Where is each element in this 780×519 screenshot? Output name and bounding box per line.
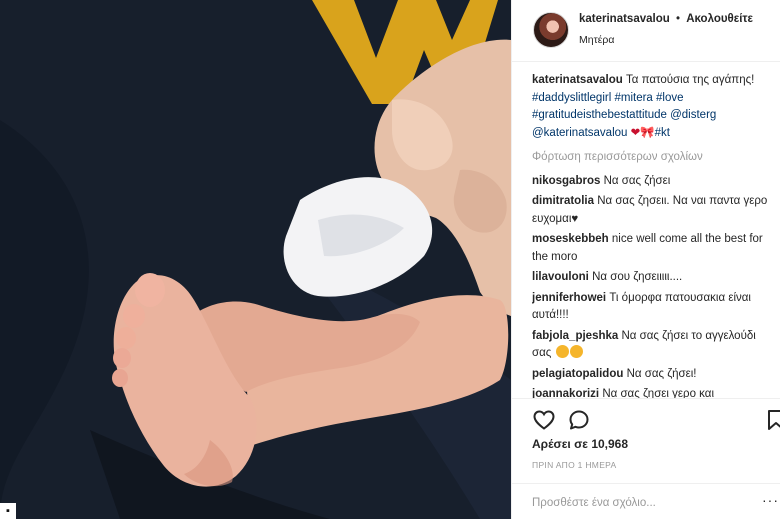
hashtag-link[interactable]: #kt bbox=[655, 127, 670, 139]
heart-emoji: ❤ bbox=[630, 126, 641, 139]
mention-link[interactable]: @katerinatsavalou bbox=[532, 127, 627, 139]
comment-input[interactable] bbox=[532, 493, 757, 513]
comment-item: fabjola_pjeshka Να σας ζήσει το αγγελούδ… bbox=[532, 328, 776, 363]
comment-username[interactable]: nikosgabros bbox=[532, 175, 600, 187]
comment-text: Να σας ζησει γερο και bbox=[602, 388, 714, 398]
post-actions-bar bbox=[512, 398, 780, 438]
mention-link[interactable]: @disterg bbox=[670, 109, 716, 121]
comment-text: Να σας ζήσει! bbox=[626, 367, 697, 380]
comment-item: joannakorizi Να σας ζησει γερο και bbox=[532, 386, 776, 398]
bookmark-icon[interactable] bbox=[764, 408, 780, 432]
post-timestamp[interactable]: ΠΡΙΝ ΑΠΟ 1 ΗΜΕΡΑ bbox=[532, 460, 616, 470]
avatar[interactable] bbox=[533, 12, 569, 48]
comment-item: lilavouloni Να σου ζησειιιιι.... bbox=[532, 269, 776, 287]
comment-text: Να σου ζησειιιιι.... bbox=[592, 271, 683, 283]
more-options-button[interactable]: ··· bbox=[762, 492, 779, 508]
header-separator: • bbox=[675, 13, 680, 25]
comment-item: jenniferhowei Τι όμορφα πατουσακια είναι… bbox=[532, 290, 776, 325]
post-side-panel: katerinatsavalou • Ακολουθείτε Μητέρα ka… bbox=[511, 0, 780, 519]
post-caption: katerinatsavalou Τα πατούσια της αγάπης!… bbox=[532, 72, 776, 142]
post-header: katerinatsavalou • Ακολουθείτε Μητέρα bbox=[512, 0, 780, 62]
likes-count[interactable]: Αρέσει σε 10,968 bbox=[532, 437, 628, 451]
comment-username[interactable]: moseskebbeh bbox=[532, 233, 609, 245]
following-button[interactable]: Ακολουθείτε bbox=[686, 13, 753, 25]
comment-item: nikosgabros Να σας ζήσει bbox=[532, 173, 776, 191]
heart-icon[interactable] bbox=[532, 408, 556, 432]
emoji-face-icon bbox=[569, 345, 583, 358]
emoji-face-icon bbox=[555, 345, 569, 358]
header-line: katerinatsavalou • Ακολουθείτε bbox=[579, 13, 753, 25]
comment-username[interactable]: pelagiatopalidou bbox=[532, 368, 623, 380]
hashtag-link[interactable]: #mitera bbox=[614, 92, 652, 104]
comment-username[interactable]: dimitratolia bbox=[532, 195, 594, 207]
comment-item: pelagiatopalidou Να σας ζήσει! bbox=[532, 366, 776, 384]
header-username[interactable]: katerinatsavalou bbox=[579, 13, 670, 25]
hashtag-link[interactable]: #daddyslittlegirl bbox=[532, 92, 611, 104]
comment-username[interactable]: joannakorizi bbox=[532, 388, 599, 398]
caption-text: Τα πατούσια της αγάπης! bbox=[625, 74, 755, 86]
baby-foot-photo bbox=[0, 0, 511, 519]
add-comment-bar: ··· bbox=[512, 483, 780, 519]
hashtag-link[interactable]: #love bbox=[656, 92, 684, 104]
comments-list[interactable]: katerinatsavalou Τα πατούσια της αγάπης!… bbox=[532, 72, 776, 398]
comment-text: Να σας ζήσει bbox=[603, 174, 671, 187]
comment-item: moseskebbeh nice well come all the best … bbox=[532, 231, 776, 266]
comment-bubble-icon[interactable] bbox=[567, 408, 591, 432]
post-photo[interactable]: ▪ bbox=[0, 0, 511, 519]
hashtag-link[interactable]: #gratitudeisthebestattitude bbox=[532, 109, 667, 121]
comment-username[interactable]: jenniferhowei bbox=[532, 292, 606, 304]
comment-username[interactable]: fabjola_pjeshka bbox=[532, 330, 618, 342]
comment-item: dimitratolia Να σας ζησειι. Να ναι παντα… bbox=[532, 193, 776, 228]
ribbon-emoji: 🎀 bbox=[640, 126, 655, 139]
load-more-comments-button[interactable]: Φόρτωση περισσότερων σχολίων bbox=[532, 149, 776, 167]
comment-username[interactable]: lilavouloni bbox=[532, 271, 589, 283]
caption-username[interactable]: katerinatsavalou bbox=[532, 74, 623, 86]
photo-corner-badge: ▪ bbox=[0, 503, 16, 519]
location-label[interactable]: Μητέρα bbox=[579, 34, 614, 46]
